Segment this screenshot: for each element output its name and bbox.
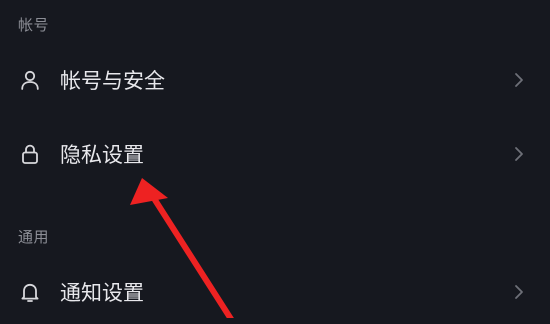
user-icon: [21, 70, 39, 90]
settings-row-label: 通知设置: [60, 281, 144, 305]
lock-icon: [22, 144, 38, 164]
settings-row-privacy[interactable]: 隐私设置: [0, 122, 550, 186]
section-header-general: 通用: [18, 228, 50, 246]
chevron-right-icon: [515, 285, 523, 299]
settings-row-label: 帐号与安全: [60, 69, 165, 93]
settings-row-account-security[interactable]: 帐号与安全: [0, 48, 550, 112]
chevron-right-icon: [515, 147, 523, 161]
bell-icon: [21, 283, 39, 302]
section-header-account: 帐号: [18, 16, 50, 34]
settings-row-label: 隐私设置: [60, 143, 144, 167]
chevron-right-icon: [515, 73, 523, 87]
settings-row-notifications[interactable]: 通知设置: [0, 260, 550, 324]
